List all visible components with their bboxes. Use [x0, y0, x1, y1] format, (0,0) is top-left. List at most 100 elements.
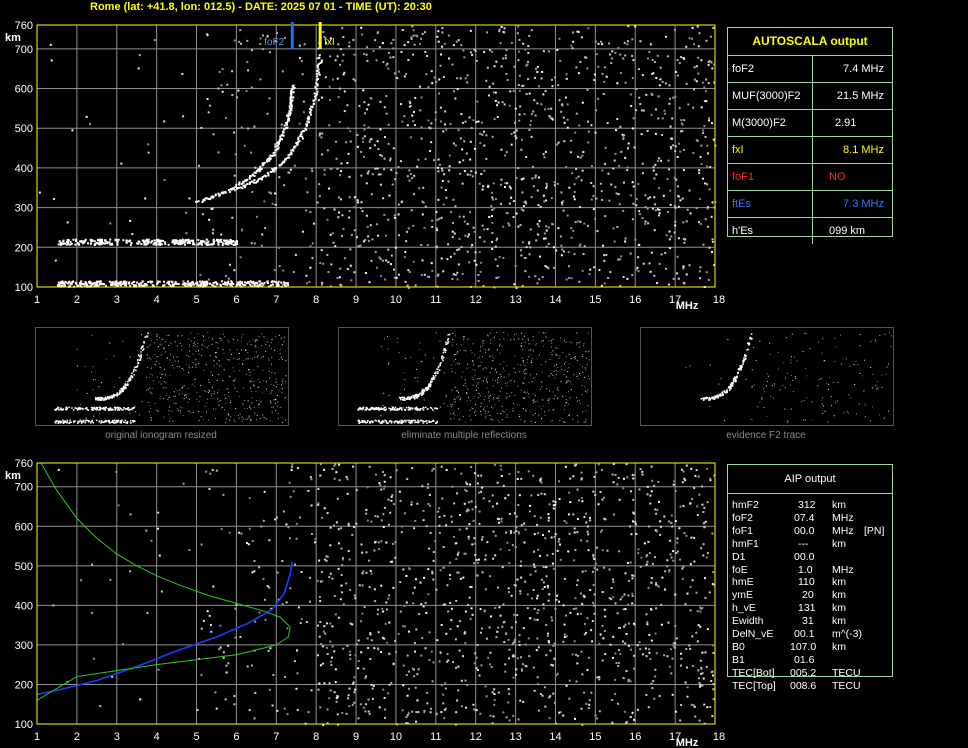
- echo-dot: [229, 284, 232, 287]
- noise-dot: [560, 254, 563, 257]
- aip-name: D1: [732, 550, 746, 563]
- noise-dot: [375, 266, 378, 269]
- noise-dot: [658, 208, 661, 211]
- noise-dot: [627, 594, 630, 597]
- echo-dot: [142, 239, 145, 242]
- noise-dot: [90, 611, 93, 614]
- noise-dot: [494, 245, 497, 248]
- noise-dot: [612, 581, 615, 584]
- noise-dot: [615, 662, 618, 665]
- noise-dot: [292, 271, 295, 274]
- echo-dot: [189, 285, 192, 288]
- noise-dot: [598, 675, 601, 678]
- echo-dot: [67, 285, 70, 288]
- noise-dot: [381, 636, 384, 639]
- noise-dot: [446, 660, 449, 663]
- noise-dot: [309, 266, 312, 269]
- noise-dot: [369, 97, 372, 100]
- noise-dot: [696, 513, 699, 516]
- noise-dot: [200, 627, 203, 630]
- noise-dot: [427, 119, 430, 122]
- noise-dot: [676, 74, 679, 77]
- noise-dot: [492, 715, 495, 718]
- noise-dot: [620, 72, 623, 75]
- noise-dot: [601, 169, 604, 172]
- noise-dot: [343, 257, 346, 260]
- noise-dot: [441, 169, 444, 172]
- noise-dot: [481, 571, 484, 574]
- echo-dot: [87, 285, 90, 288]
- echo-dot: [96, 241, 99, 244]
- noise-dot: [452, 44, 455, 47]
- noise-dot: [273, 269, 276, 272]
- noise-dot: [586, 669, 589, 672]
- noise-dot: [323, 168, 326, 171]
- noise-dot: [594, 714, 597, 717]
- noise-dot: [206, 281, 209, 284]
- noise-dot: [712, 674, 715, 677]
- echo-dot: [108, 241, 111, 244]
- noise-dot: [493, 118, 496, 121]
- noise-dot: [501, 566, 504, 569]
- noise-dot: [618, 626, 621, 629]
- echo-dot: [155, 243, 158, 246]
- noise-dot: [522, 84, 525, 87]
- noise-dot: [472, 519, 475, 522]
- noise-dot: [266, 112, 269, 115]
- noise-dot: [380, 274, 383, 277]
- noise-dot: [335, 697, 338, 700]
- autoscala-value: 21.5 MHz: [836, 90, 884, 102]
- noise-dot: [591, 620, 594, 623]
- echo-dot: [76, 242, 79, 245]
- noise-dot: [521, 191, 524, 194]
- noise-dot: [676, 541, 679, 544]
- noise-dot: [334, 668, 337, 671]
- noise-dot: [351, 703, 354, 706]
- echo-dot: [200, 243, 203, 246]
- echo-dot: [180, 240, 183, 243]
- noise-dot: [611, 656, 614, 659]
- x-tick-label: 8: [313, 731, 319, 743]
- echo-dot: [124, 284, 127, 287]
- noise-dot: [250, 49, 253, 52]
- noise-dot: [328, 697, 331, 700]
- echo-dot: [146, 240, 149, 243]
- noise-dot: [207, 278, 210, 281]
- echo-dot: [211, 284, 214, 287]
- noise-dot: [546, 584, 549, 587]
- y-tick-label: 400: [15, 163, 33, 175]
- noise-dot: [240, 532, 243, 535]
- autoscala-value: 099 km: [829, 225, 866, 237]
- noise-dot: [626, 476, 629, 479]
- echo-dot: [145, 239, 148, 242]
- noise-dot: [405, 230, 408, 233]
- noise-dot: [520, 669, 523, 672]
- noise-dot: [435, 211, 438, 214]
- noise-dot: [445, 632, 448, 635]
- noise-dot: [215, 469, 218, 472]
- noise-dot: [648, 262, 651, 265]
- noise-dot: [632, 117, 635, 120]
- noise-dot: [383, 168, 386, 171]
- noise-dot: [557, 540, 560, 543]
- noise-dot: [38, 191, 41, 194]
- y-tick-label: 500: [15, 561, 33, 573]
- noise-dot: [255, 215, 258, 218]
- noise-dot: [228, 282, 231, 285]
- noise-dot: [340, 198, 343, 201]
- noise-dot: [597, 503, 600, 506]
- noise-dot: [685, 464, 688, 467]
- noise-dot: [623, 710, 626, 713]
- echo-dot: [80, 280, 83, 283]
- noise-dot: [442, 603, 445, 606]
- noise-dot: [580, 539, 583, 542]
- y-tick-label: 400: [15, 600, 33, 612]
- echo-dot: [284, 284, 287, 287]
- y-tick-label: 100: [15, 719, 33, 731]
- noise-dot: [629, 716, 632, 719]
- noise-dot: [565, 614, 568, 617]
- noise-dot: [334, 59, 337, 62]
- noise-dot: [413, 174, 416, 177]
- noise-dot: [506, 79, 509, 82]
- noise-dot: [340, 170, 343, 173]
